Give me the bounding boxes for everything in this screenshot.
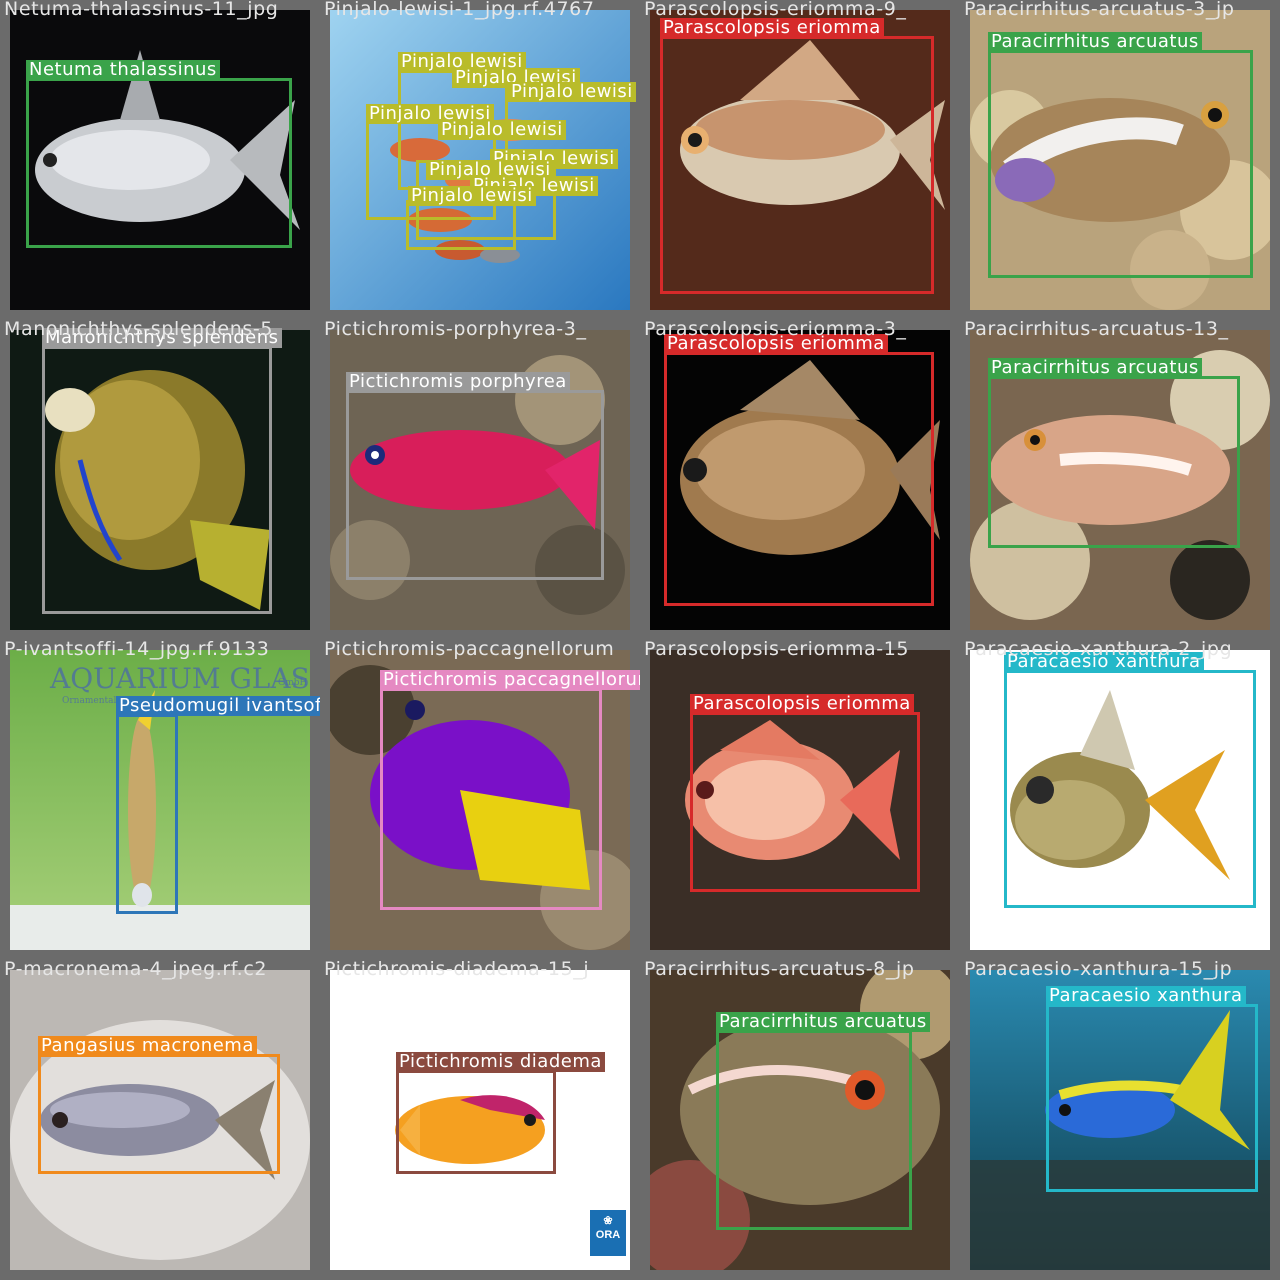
filename: Manonichthys-splendens-5 (4, 320, 274, 340)
filename: Parascolopsis-eriomma-3_ (644, 320, 907, 340)
bounding-box (116, 714, 178, 914)
filename: P-ivantsoffi-14_jpg.rf.9133 (4, 640, 270, 660)
bounding-box (664, 352, 934, 606)
bounding-box (690, 712, 920, 892)
detection-label: Pictichromis porphyrea (346, 372, 570, 392)
detection-label: Parascolopsis eriomma (690, 694, 914, 714)
tile-paracirrhitus-2: Paracirrhitus arcuatus Paracirrhitus-arc… (960, 320, 1280, 640)
filename: Paracirrhitus-arcuatus-8_jp (644, 960, 915, 980)
bounding-box (38, 1054, 280, 1174)
bounding-box (406, 200, 516, 250)
detection-label: Pinjalo lewisi (408, 186, 536, 206)
bounding-box (716, 1030, 912, 1230)
filename: P-macronema-4_jpeg.rf.c2 (4, 960, 268, 980)
filename: Pinjalo-lewisi-1_jpg.rf.4767 (324, 0, 595, 20)
detection-label: Paracirrhitus arcuatus (988, 358, 1202, 378)
tile-pseudomugil: AQUARIUM GLASER GmbH Ornamental Fish Pse… (0, 640, 320, 960)
detection-label: Paracaesio xanthura (1046, 986, 1246, 1006)
detection-label: Paracirrhitus arcuatus (988, 32, 1202, 52)
tile-pictichromis-diadema: ❀ ORA Pictichromis diadema Pictichromis-d… (320, 960, 640, 1280)
filename: Pictichromis-porphyrea-3_ (324, 320, 587, 340)
tile-paracirrhitus-3: Paracirrhitus arcuatus Paracirrhitus-arc… (640, 960, 960, 1280)
bounding-box (42, 346, 272, 614)
filename: Paracaesio-xanthura-15_jp (964, 960, 1233, 980)
detection-label: Pinjalo lewisi (438, 120, 566, 140)
detection-label: Pseudomugil ivantsoffi (116, 696, 320, 716)
detection-label: Pictichromis paccagnellorum (380, 670, 640, 690)
bounding-box (346, 390, 604, 580)
detection-label: Pictichromis diadema (396, 1052, 605, 1072)
tile-pangasius: Pangasius macronema P-macronema-4_jpeg.r… (0, 960, 320, 1280)
detection-label: Pangasius macronema (38, 1036, 257, 1056)
tile-parascolopsis-1: Parascolopsis eriomma Parascolopsis-erio… (640, 0, 960, 320)
tile-netuma: Netuma thalassinus Netuma-thalassinus-11… (0, 0, 320, 320)
bounding-box (660, 36, 934, 294)
filename: Parascolopsis-eriomma-9_ (644, 0, 907, 20)
tile-pictichromis-porphyrea: Pictichromis porphyrea Pictichromis-porp… (320, 320, 640, 640)
ora-logo: ❀ ORA (590, 1210, 626, 1256)
detection-label: Parascolopsis eriomma (660, 18, 884, 38)
detection-label: Netuma thalassinus (26, 60, 220, 80)
bounding-box (380, 688, 602, 910)
tile-parascolopsis-2: Parascolopsis eriomma Parascolopsis-erio… (640, 320, 960, 640)
bounding-box (1004, 670, 1256, 908)
watermark-logo: AQUARIUM GLASER (50, 662, 310, 695)
bounding-box (988, 376, 1240, 548)
bounding-box (396, 1070, 556, 1174)
tile-paracaesio-1: Paracaesio xanthura Paracaesio-xanthura-… (960, 640, 1280, 960)
filename: Pictichromis-diadema-15_j (324, 960, 590, 980)
tile-manonichthys: Manonichthys splendens Manonichthys-sple… (0, 320, 320, 640)
detection-label: Paracirrhitus arcuatus (716, 1012, 930, 1032)
detection-grid: Netuma thalassinus Netuma-thalassinus-11… (0, 0, 1280, 1280)
tile-pictichromis-paccagnellorum: Pictichromis paccagnellorum Pictichromis… (320, 640, 640, 960)
watermark-logo-gmbh: GmbH (278, 678, 308, 688)
filename: Parascolopsis-eriomma-15 (644, 640, 910, 660)
tile-paracaesio-2: Paracaesio xanthura Paracaesio-xanthura-… (960, 960, 1280, 1280)
tile-pinjalo: Pinjalo lewisi Pinjalo lewisi Pinjalo le… (320, 0, 640, 320)
bounding-box (988, 50, 1253, 278)
filename: Paracirrhitus-arcuatus-13_ (964, 320, 1229, 340)
filename: Netuma-thalassinus-11_jpg (4, 0, 279, 20)
tile-parascolopsis-3: Parascolopsis eriomma Parascolopsis-erio… (640, 640, 960, 960)
tile-paracirrhitus-1: Paracirrhitus arcuatus Paracirrhitus-arc… (960, 0, 1280, 320)
bounding-box (1046, 1004, 1258, 1192)
detection-label: Pinjalo lewisi (508, 82, 636, 102)
filename: Paracirrhitus-arcuatus-3_jp (964, 0, 1235, 20)
filename: Pictichromis-paccagnellorum (324, 640, 615, 660)
filename: Paracaesio-xanthura-2_jpg (964, 640, 1233, 660)
bounding-box (26, 78, 292, 248)
